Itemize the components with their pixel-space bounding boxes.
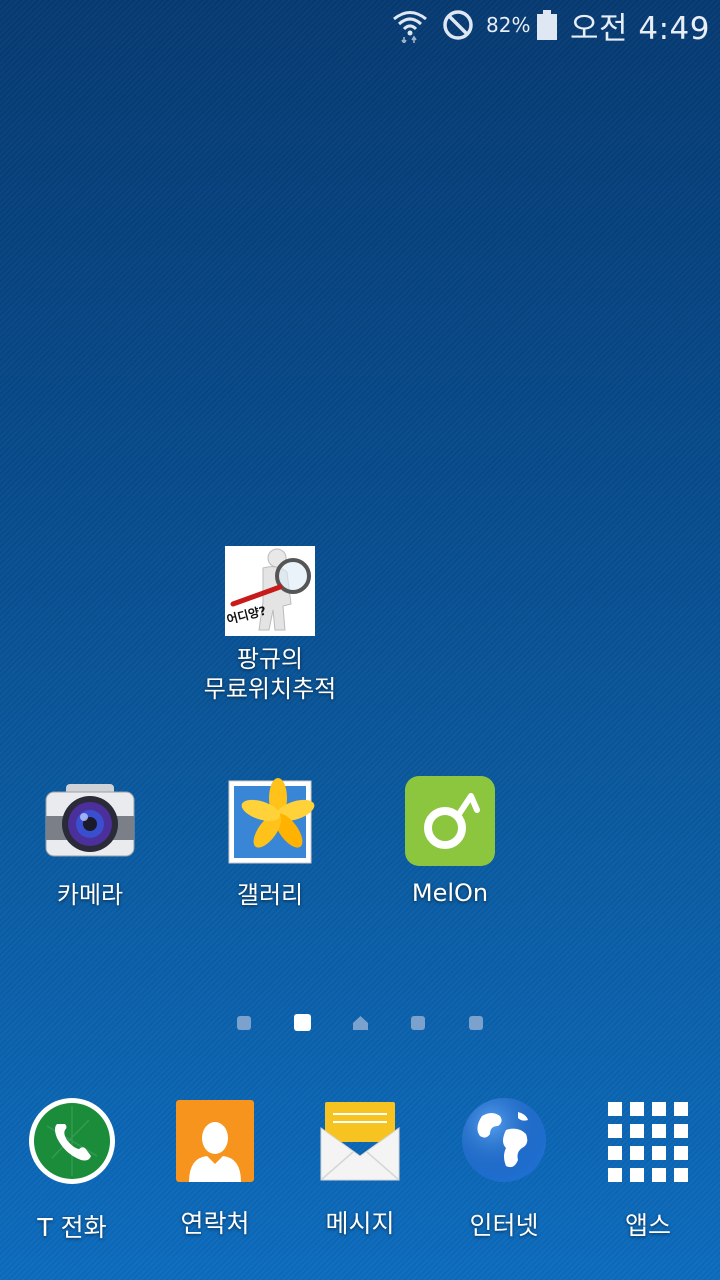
dock-apps[interactable]: 앱스 — [588, 1096, 708, 1242]
apps-grid-icon — [606, 1100, 690, 1184]
dock-label: 메시지 — [325, 1209, 395, 1238]
app-label: 갤러리 — [236, 881, 304, 909]
app-camera[interactable]: 카메라 — [30, 776, 150, 910]
do-not-disturb-icon — [442, 0, 476, 50]
globe-icon — [460, 1096, 548, 1184]
location-tracker-icon: 어디양? — [225, 546, 315, 636]
app-label: 팡규의 무료위치추적 — [203, 645, 337, 703]
dock-contacts[interactable]: 연락처 — [155, 1096, 275, 1240]
page-dot[interactable] — [237, 1016, 251, 1030]
app-label: MelOn — [411, 879, 489, 907]
dock-label: 인터넷 — [469, 1211, 539, 1240]
camera-icon — [44, 776, 136, 868]
dock-phone[interactable]: T 전화 — [12, 1096, 132, 1244]
home-page-icon[interactable] — [352, 1015, 369, 1035]
page-dot[interactable] — [411, 1016, 425, 1030]
page-dot[interactable] — [469, 1016, 483, 1030]
dock-messages[interactable]: 메시지 — [300, 1096, 420, 1240]
gallery-icon — [224, 776, 316, 868]
dock-internet[interactable]: 인터넷 — [444, 1096, 564, 1242]
wifi-icon — [392, 0, 430, 50]
dock-label: 연락처 — [180, 1209, 250, 1238]
battery-percent: 82% — [486, 13, 531, 37]
dock-label: T 전화 — [37, 1213, 107, 1242]
melon-icon — [405, 776, 495, 866]
message-icon — [317, 1096, 403, 1182]
contacts-icon — [176, 1100, 254, 1182]
app-label: 카메라 — [56, 881, 124, 909]
dock-label: 앱스 — [624, 1211, 671, 1240]
page-dot-active[interactable] — [294, 1014, 311, 1031]
status-bar: 82% 오전 4:49 — [0, 0, 720, 50]
page-indicator — [0, 1014, 720, 1034]
clock: 오전 4:49 — [570, 10, 711, 47]
app-melon[interactable]: MelOn — [390, 776, 510, 908]
battery-icon — [536, 0, 558, 50]
app-gallery[interactable]: 갤러리 — [210, 776, 330, 910]
phone-icon — [27, 1096, 117, 1186]
app-location-tracker[interactable]: 어디양? 팡규의 무료위치추적 — [170, 546, 370, 704]
